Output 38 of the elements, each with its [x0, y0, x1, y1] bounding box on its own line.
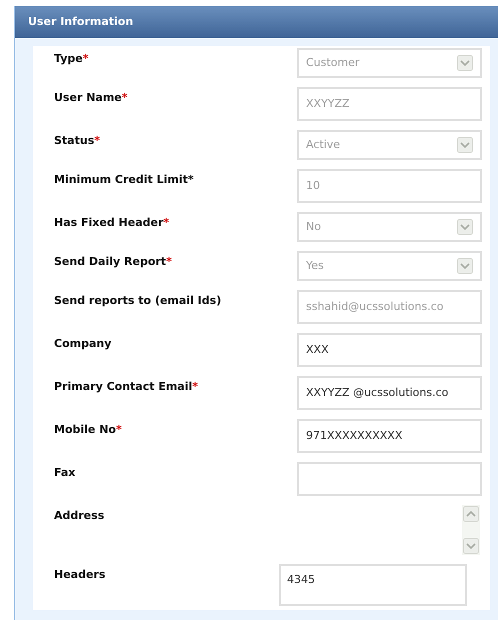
input-field[interactable] — [297, 462, 482, 496]
input-field[interactable]: XXX — [297, 333, 482, 367]
required-mark: * — [82, 51, 88, 67]
field-label: Type — [54, 51, 83, 67]
dropdown-value: No — [306, 218, 321, 235]
required-mark: * — [94, 133, 100, 149]
field-label: Headers — [54, 567, 106, 583]
field-label: Primary Contact Email — [54, 379, 192, 395]
field-label: Fax — [54, 465, 76, 481]
required-mark: * — [166, 254, 172, 270]
panel-title: User Information — [28, 14, 134, 30]
field-label: Send reports to (email Ids) — [54, 293, 222, 309]
field-value: 971XXXXXXXXXX — [306, 428, 402, 444]
field-label: User Name — [54, 90, 122, 106]
field-value: XXYYZZ @ucssolutions.co — [306, 384, 448, 401]
field-value: 4345 — [287, 573, 315, 586]
dropdown-value: Active — [306, 136, 340, 153]
scrollbar[interactable] — [462, 505, 480, 555]
required-mark: * — [122, 90, 128, 106]
input-field[interactable]: XXYYZZ @ucssolutions.co — [297, 376, 482, 410]
dropdown-value: Customer — [306, 54, 360, 71]
required-mark: * — [192, 379, 198, 395]
required-mark: * — [116, 422, 122, 438]
field-label: Company — [54, 336, 112, 352]
headers-field[interactable]: 4345 — [279, 564, 467, 606]
field-value: sshahid@ucssolutions.co — [306, 298, 444, 315]
field-label: Send Daily Report — [54, 254, 166, 270]
input-field[interactable]: 971XXXXXXXXXX — [297, 419, 482, 453]
field-label: Address — [54, 508, 104, 524]
required-mark: * — [163, 215, 170, 231]
field-value: 10 — [306, 178, 320, 194]
field-label: Mobile No — [54, 422, 116, 438]
dropdown-value: Yes — [306, 258, 324, 274]
field-label: Status — [54, 133, 94, 149]
field-value: XXYYZZ — [306, 96, 350, 112]
field-value: XXX — [306, 342, 329, 358]
field-label: Has Fixed Header — [54, 215, 164, 231]
field-label: Minimum Credit Limit* — [54, 172, 194, 188]
